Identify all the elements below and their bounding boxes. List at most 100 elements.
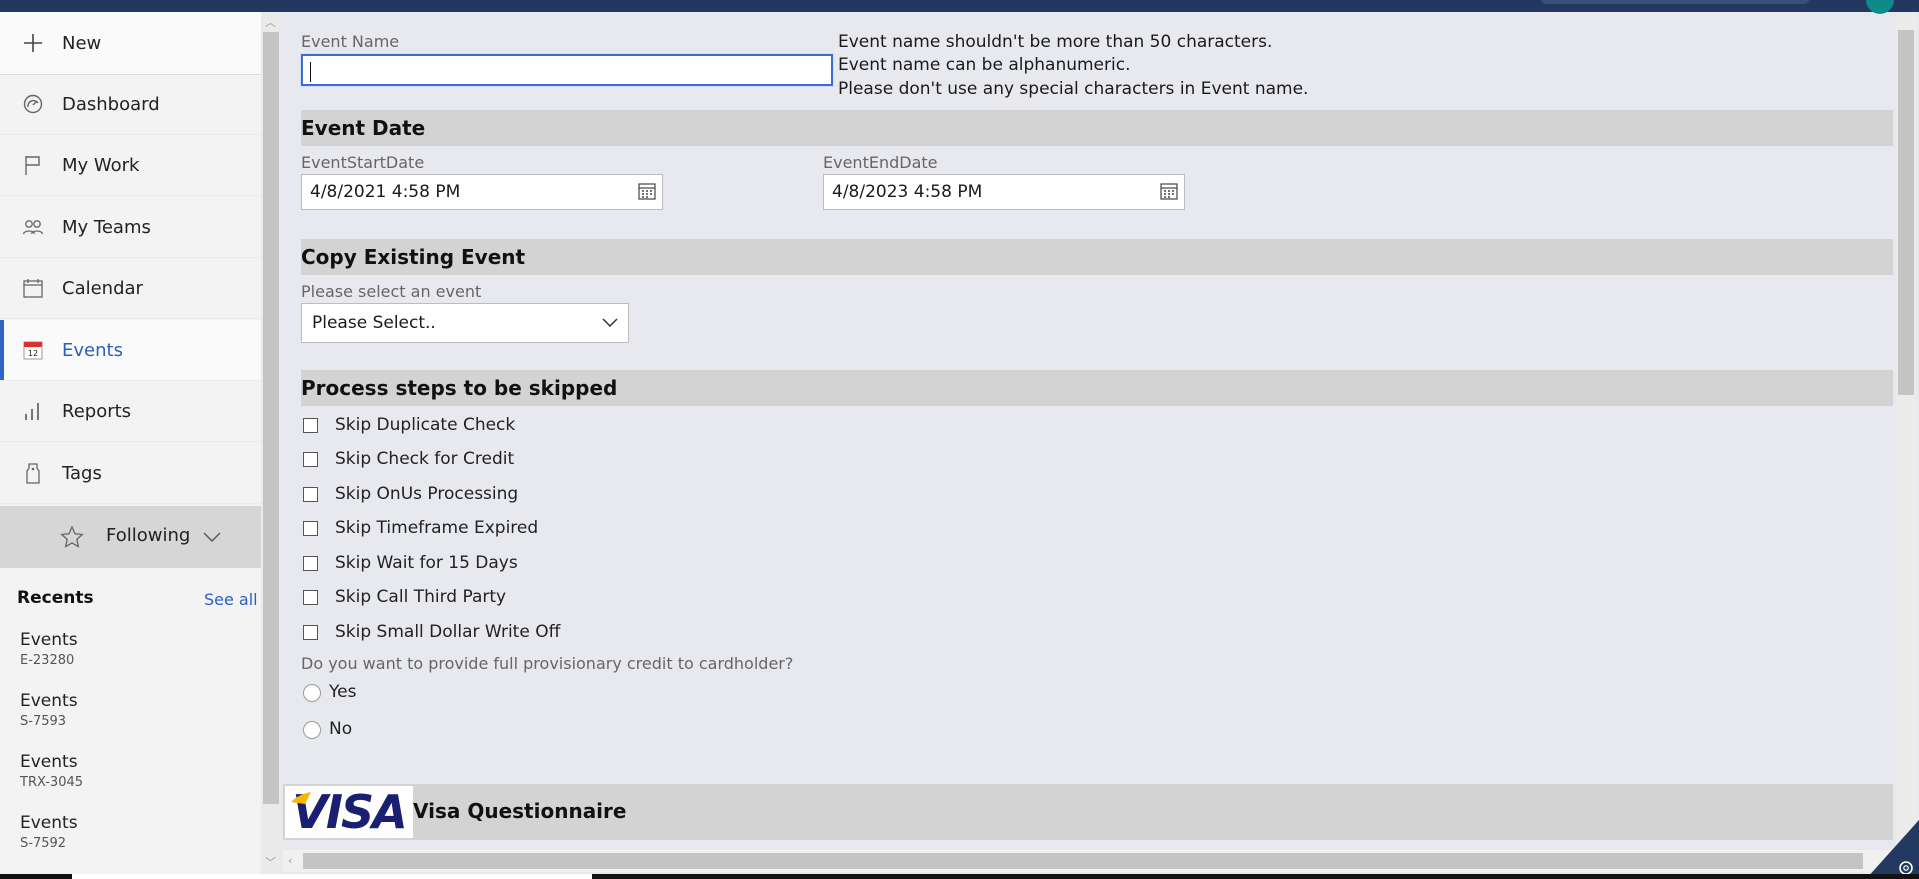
section-heading: Process steps to be skipped <box>301 376 618 400</box>
sidebar-item-reports[interactable]: Reports <box>0 381 261 442</box>
horizontal-scrollbar[interactable] <box>283 850 1896 872</box>
copy-event-section: Copy Existing Event <box>301 239 1893 275</box>
event-name-input[interactable] <box>301 54 833 86</box>
skip-steps-section: Process steps to be skipped <box>301 370 1893 406</box>
sidebar-item-label: Tags <box>62 462 102 484</box>
flag-icon <box>25 156 40 175</box>
recent-item[interactable]: Events S-7592 <box>20 813 250 851</box>
svg-text:12: 12 <box>28 349 38 358</box>
sidebar-item-events[interactable]: 12 Events <box>0 320 261 381</box>
section-heading: Event Date <box>301 116 426 140</box>
start-date-label: EventStartDate <box>301 153 425 172</box>
following-dropdown[interactable]: Following <box>0 506 261 568</box>
checkbox-label: Skip OnUs Processing <box>335 484 519 504</box>
recent-item-id: E-23280 <box>20 653 75 668</box>
taskbar-strip <box>0 874 1919 879</box>
checkbox-box[interactable] <box>303 521 318 536</box>
new-button[interactable]: New <box>0 12 261 75</box>
start-date-field[interactable]: 4/8/2021 4:58 PM <box>301 174 663 210</box>
visa-logo: VISA <box>285 785 413 839</box>
calendar-picker-icon[interactable] <box>1160 182 1178 200</box>
scroll-up-arrow-icon[interactable]: ︿ <box>265 14 276 30</box>
recent-item-title: Events <box>20 691 78 711</box>
sidebar-item-dashboard[interactable]: Dashboard <box>0 74 261 135</box>
checkbox-label: Skip Call Third Party <box>335 587 507 607</box>
calendar-picker-icon[interactable] <box>638 182 656 200</box>
chevron-down-icon <box>602 318 618 328</box>
select-event-label: Please select an event <box>301 282 482 301</box>
checkbox-label: Skip Wait for 15 Days <box>335 553 518 573</box>
vertical-scrollbar-thumb[interactable] <box>1898 30 1914 395</box>
event-date-section: Event Date <box>301 110 1893 146</box>
horizontal-scrollbar-thumb[interactable] <box>303 853 1863 869</box>
text-caret <box>310 62 311 82</box>
section-heading: Copy Existing Event <box>301 245 526 269</box>
checkbox-label: Skip Check for Credit <box>335 449 515 469</box>
recents-title: Recents <box>17 588 94 608</box>
see-all-link[interactable]: See all <box>204 590 258 609</box>
sidebar-item-label: My Work <box>62 154 140 176</box>
checkbox-box[interactable] <box>303 556 318 571</box>
checkbox-label: Skip Timeframe Expired <box>335 518 539 538</box>
scroll-left-arrow-icon[interactable]: ‹ <box>288 854 292 867</box>
settings-gear-icon[interactable] <box>1866 820 1919 879</box>
sidebar-item-label: Reports <box>62 400 132 422</box>
copy-event-select[interactable]: Please Select.. <box>301 303 629 343</box>
tag-icon <box>26 463 40 484</box>
start-date-value: 4/8/2021 4:58 PM <box>310 182 461 202</box>
visa-questionnaire-title: Visa Questionnaire <box>413 799 627 823</box>
sidebar-scrollbar-thumb[interactable] <box>263 32 279 804</box>
visa-questionnaire-section: VISA Visa Questionnaire <box>283 784 1893 840</box>
recent-item[interactable]: Events E-23280 <box>20 630 250 668</box>
select-value: Please Select.. <box>312 313 436 333</box>
radio-label: Yes <box>329 682 357 702</box>
recent-item[interactable]: Events S-7593 <box>20 691 250 729</box>
radio-label: No <box>329 719 353 739</box>
people-icon <box>22 220 44 235</box>
checkbox-box[interactable] <box>303 487 318 502</box>
sidebar: New Dashboard My Work My Teams Calendar … <box>0 12 261 874</box>
scroll-down-arrow-icon[interactable]: ﹀ <box>265 854 276 870</box>
recent-item-id: TRX-3045 <box>20 775 84 790</box>
recent-item-title: Events <box>20 813 78 833</box>
end-date-label: EventEndDate <box>823 153 938 172</box>
taskbar-segment <box>72 874 592 879</box>
checkbox-label: Skip Duplicate Check <box>335 415 516 435</box>
sidebar-item-label: Calendar <box>62 277 143 299</box>
sidebar-item-my-teams[interactable]: My Teams <box>0 197 261 258</box>
checkbox-box[interactable] <box>303 418 318 433</box>
sidebar-item-label: Events <box>62 339 123 361</box>
recent-item-title: Events <box>20 630 78 650</box>
end-date-value: 4/8/2023 4:58 PM <box>832 182 983 202</box>
radio-circle[interactable] <box>303 721 321 739</box>
sidebar-item-calendar[interactable]: Calendar <box>0 258 261 319</box>
recent-item-title: Events <box>20 752 78 772</box>
sidebar-item-my-work[interactable]: My Work <box>0 135 261 196</box>
event-calendar-icon: 12 <box>23 341 43 360</box>
recent-item-id: S-7593 <box>20 714 67 729</box>
top-bar <box>0 0 1919 14</box>
end-date-field[interactable]: 4/8/2023 4:58 PM <box>823 174 1185 210</box>
global-search-bar[interactable] <box>1540 0 1810 4</box>
new-label: New <box>62 32 102 54</box>
sidebar-item-label: Dashboard <box>62 93 160 115</box>
sidebar-item-label: My Teams <box>62 216 151 238</box>
recent-item-id: S-7592 <box>20 836 67 851</box>
checkbox-box[interactable] <box>303 590 318 605</box>
checkbox-box[interactable] <box>303 625 318 640</box>
chevron-down-icon <box>203 532 221 542</box>
sidebar-item-tags[interactable]: Tags <box>0 443 261 504</box>
main-content: Event Name Event name shouldn't be more … <box>283 12 1896 874</box>
checkbox-box[interactable] <box>303 452 318 467</box>
event-name-hint: Please don't use any special characters … <box>838 79 1309 99</box>
bar-chart-icon <box>25 403 39 420</box>
radio-circle[interactable] <box>303 684 321 702</box>
calendar-icon <box>23 279 43 298</box>
credit-question-label: Do you want to provide full provisionary… <box>301 654 794 673</box>
following-label: Following <box>106 525 191 546</box>
star-icon <box>60 525 84 548</box>
event-name-label: Event Name <box>301 32 400 51</box>
event-name-hint: Event name shouldn't be more than 50 cha… <box>838 32 1273 52</box>
recent-item[interactable]: Events TRX-3045 <box>20 752 250 790</box>
visa-logo-graphic: VISA <box>291 785 408 839</box>
